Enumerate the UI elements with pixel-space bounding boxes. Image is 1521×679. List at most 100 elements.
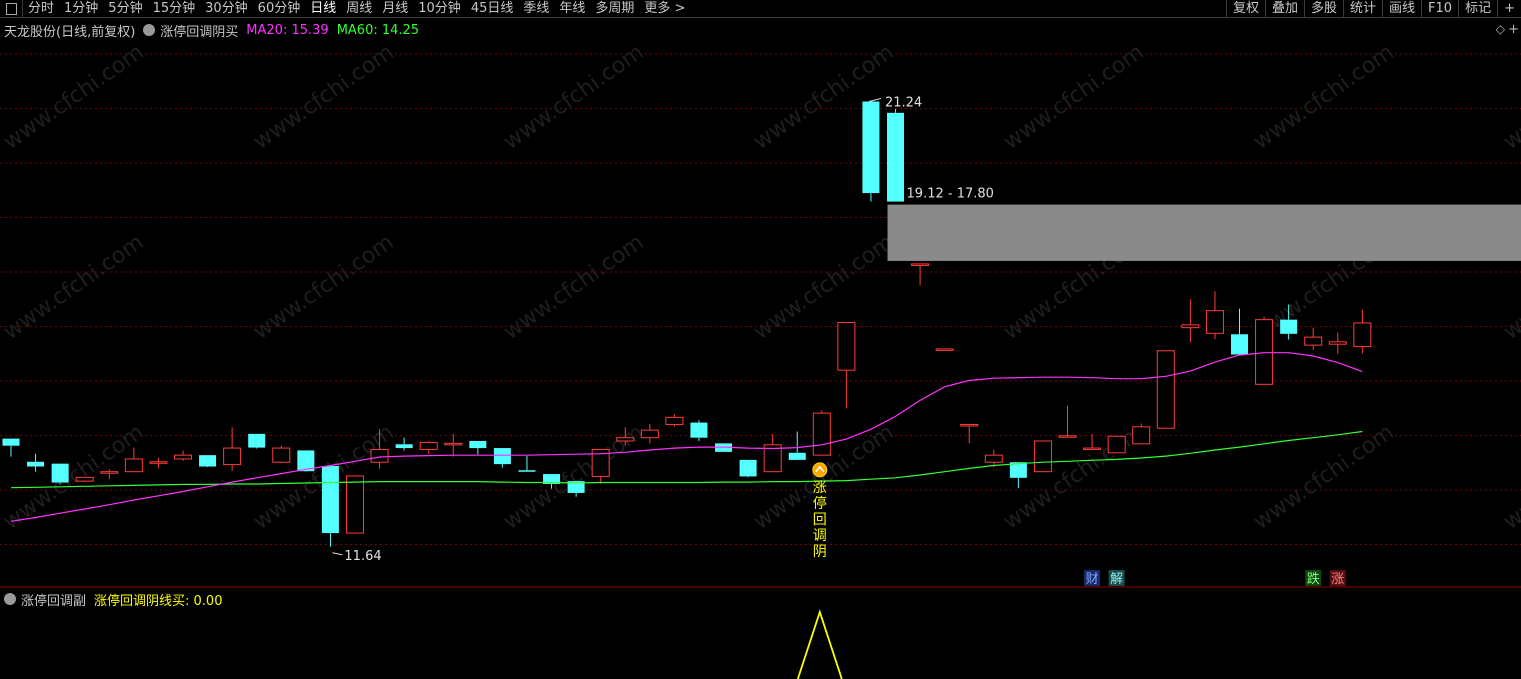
candle [1033, 440, 1052, 473]
candle-body [2, 438, 20, 446]
signal-char: 调 [813, 528, 827, 544]
candle [960, 423, 979, 444]
watermark: www.cfchi.com [1249, 40, 1398, 155]
watermark: www.cfchi.com [249, 40, 398, 155]
signal-char: 涨 [813, 480, 827, 496]
candle-body [739, 459, 757, 477]
event-tag: 涨 [1331, 572, 1344, 587]
candle-body [223, 447, 242, 466]
watermark: www.cfchi.com [1499, 40, 1521, 155]
candle [591, 448, 610, 484]
candle-body [321, 466, 339, 534]
range-label: 19.12 - 17.80 [907, 187, 994, 202]
candle [1107, 435, 1126, 454]
candle-body [690, 422, 708, 438]
candle-body [395, 444, 413, 449]
candle [51, 463, 69, 485]
watermark: www.cfchi.com [499, 420, 648, 535]
sub-indicator-name[interactable]: 涨停回调副 [21, 590, 86, 609]
candle-body [1280, 319, 1298, 334]
watermark: www.cfchi.com [0, 230, 149, 345]
candle-body [812, 412, 831, 456]
candle-body [51, 463, 69, 483]
candle [1181, 299, 1200, 343]
candle-body [100, 471, 119, 474]
watermark: www.cfchi.com [1499, 420, 1521, 535]
candle-body [149, 461, 168, 464]
candle-body [837, 321, 856, 371]
candle-body [788, 452, 806, 460]
signal-icon [812, 462, 828, 478]
candle [739, 459, 757, 478]
signal-char: 阴 [813, 544, 827, 560]
candle [812, 410, 831, 456]
candle-body [75, 476, 94, 482]
candle [1255, 316, 1274, 385]
candle [1328, 332, 1347, 354]
candle [690, 420, 708, 441]
candle-body [469, 440, 487, 449]
candle-body [1231, 334, 1248, 355]
candle-body [935, 348, 954, 351]
candle [862, 101, 880, 202]
candle [345, 475, 364, 534]
sub-toggle-icon[interactable] [4, 593, 16, 605]
signal-char: 回 [813, 512, 827, 528]
watermark: www.cfchi.com [1249, 420, 1398, 535]
candle [518, 456, 536, 472]
candle-body [1156, 350, 1175, 429]
candle [1058, 405, 1077, 438]
candle [1353, 309, 1372, 354]
gap-box [887, 204, 1521, 261]
candle-body [1058, 435, 1077, 438]
candle-body [1304, 336, 1323, 346]
event-tag: 跌 [1307, 571, 1320, 587]
candle [248, 433, 266, 449]
candle-body [493, 448, 511, 465]
watermark: www.cfchi.com [0, 420, 149, 535]
watermark: www.cfchi.com [749, 230, 898, 345]
candle-body [1033, 440, 1052, 473]
candle [75, 476, 94, 483]
candle [1009, 462, 1027, 489]
kline-chart[interactable]: www.cfchi.com www.cfchi.com www.cfchi.com w… [0, 0, 1521, 679]
candle [665, 414, 684, 427]
grid-lines: www.cfchi.com www.cfchi.com www.cfchi.com w… [0, 40, 1521, 588]
signal-char: 停 [813, 495, 827, 512]
candle [149, 457, 168, 469]
candle-body [1328, 341, 1347, 345]
candle [1231, 308, 1248, 355]
candle-body [173, 454, 192, 460]
candle-body [911, 263, 930, 266]
high-label: 21.24 [885, 95, 922, 110]
watermark: www.cfchi.com [0, 40, 149, 155]
candle [223, 427, 242, 471]
candle [395, 437, 413, 451]
sub-chart-infobar: 涨停回调副 涨停回调阴线买: 0.00 [4, 589, 222, 609]
candle [911, 263, 930, 286]
candle [935, 348, 954, 351]
candle-body [1205, 310, 1224, 334]
sub-indicator-value: 涨停回调阴线买: 0.00 [94, 593, 223, 609]
candle [763, 433, 782, 473]
candle [199, 455, 217, 467]
candle [887, 109, 905, 202]
sub-signal-spike [796, 609, 843, 679]
candle [27, 453, 45, 472]
low-pointer [332, 552, 343, 556]
candle-body [640, 429, 659, 439]
candle-body [887, 112, 905, 202]
watermark: www.cfchi.com [499, 230, 648, 345]
candle-body [124, 458, 143, 473]
candle-body [199, 455, 217, 467]
candle-body [27, 461, 45, 467]
event-tag: 解 [1110, 572, 1123, 587]
candle-body [1083, 447, 1102, 451]
candle-body [960, 423, 979, 427]
candle [837, 321, 856, 409]
high-pointer [868, 98, 882, 102]
candle [1156, 350, 1175, 429]
candle-body [665, 416, 684, 425]
candle-body [1255, 319, 1274, 385]
watermark: www.cfchi.com [999, 40, 1148, 155]
